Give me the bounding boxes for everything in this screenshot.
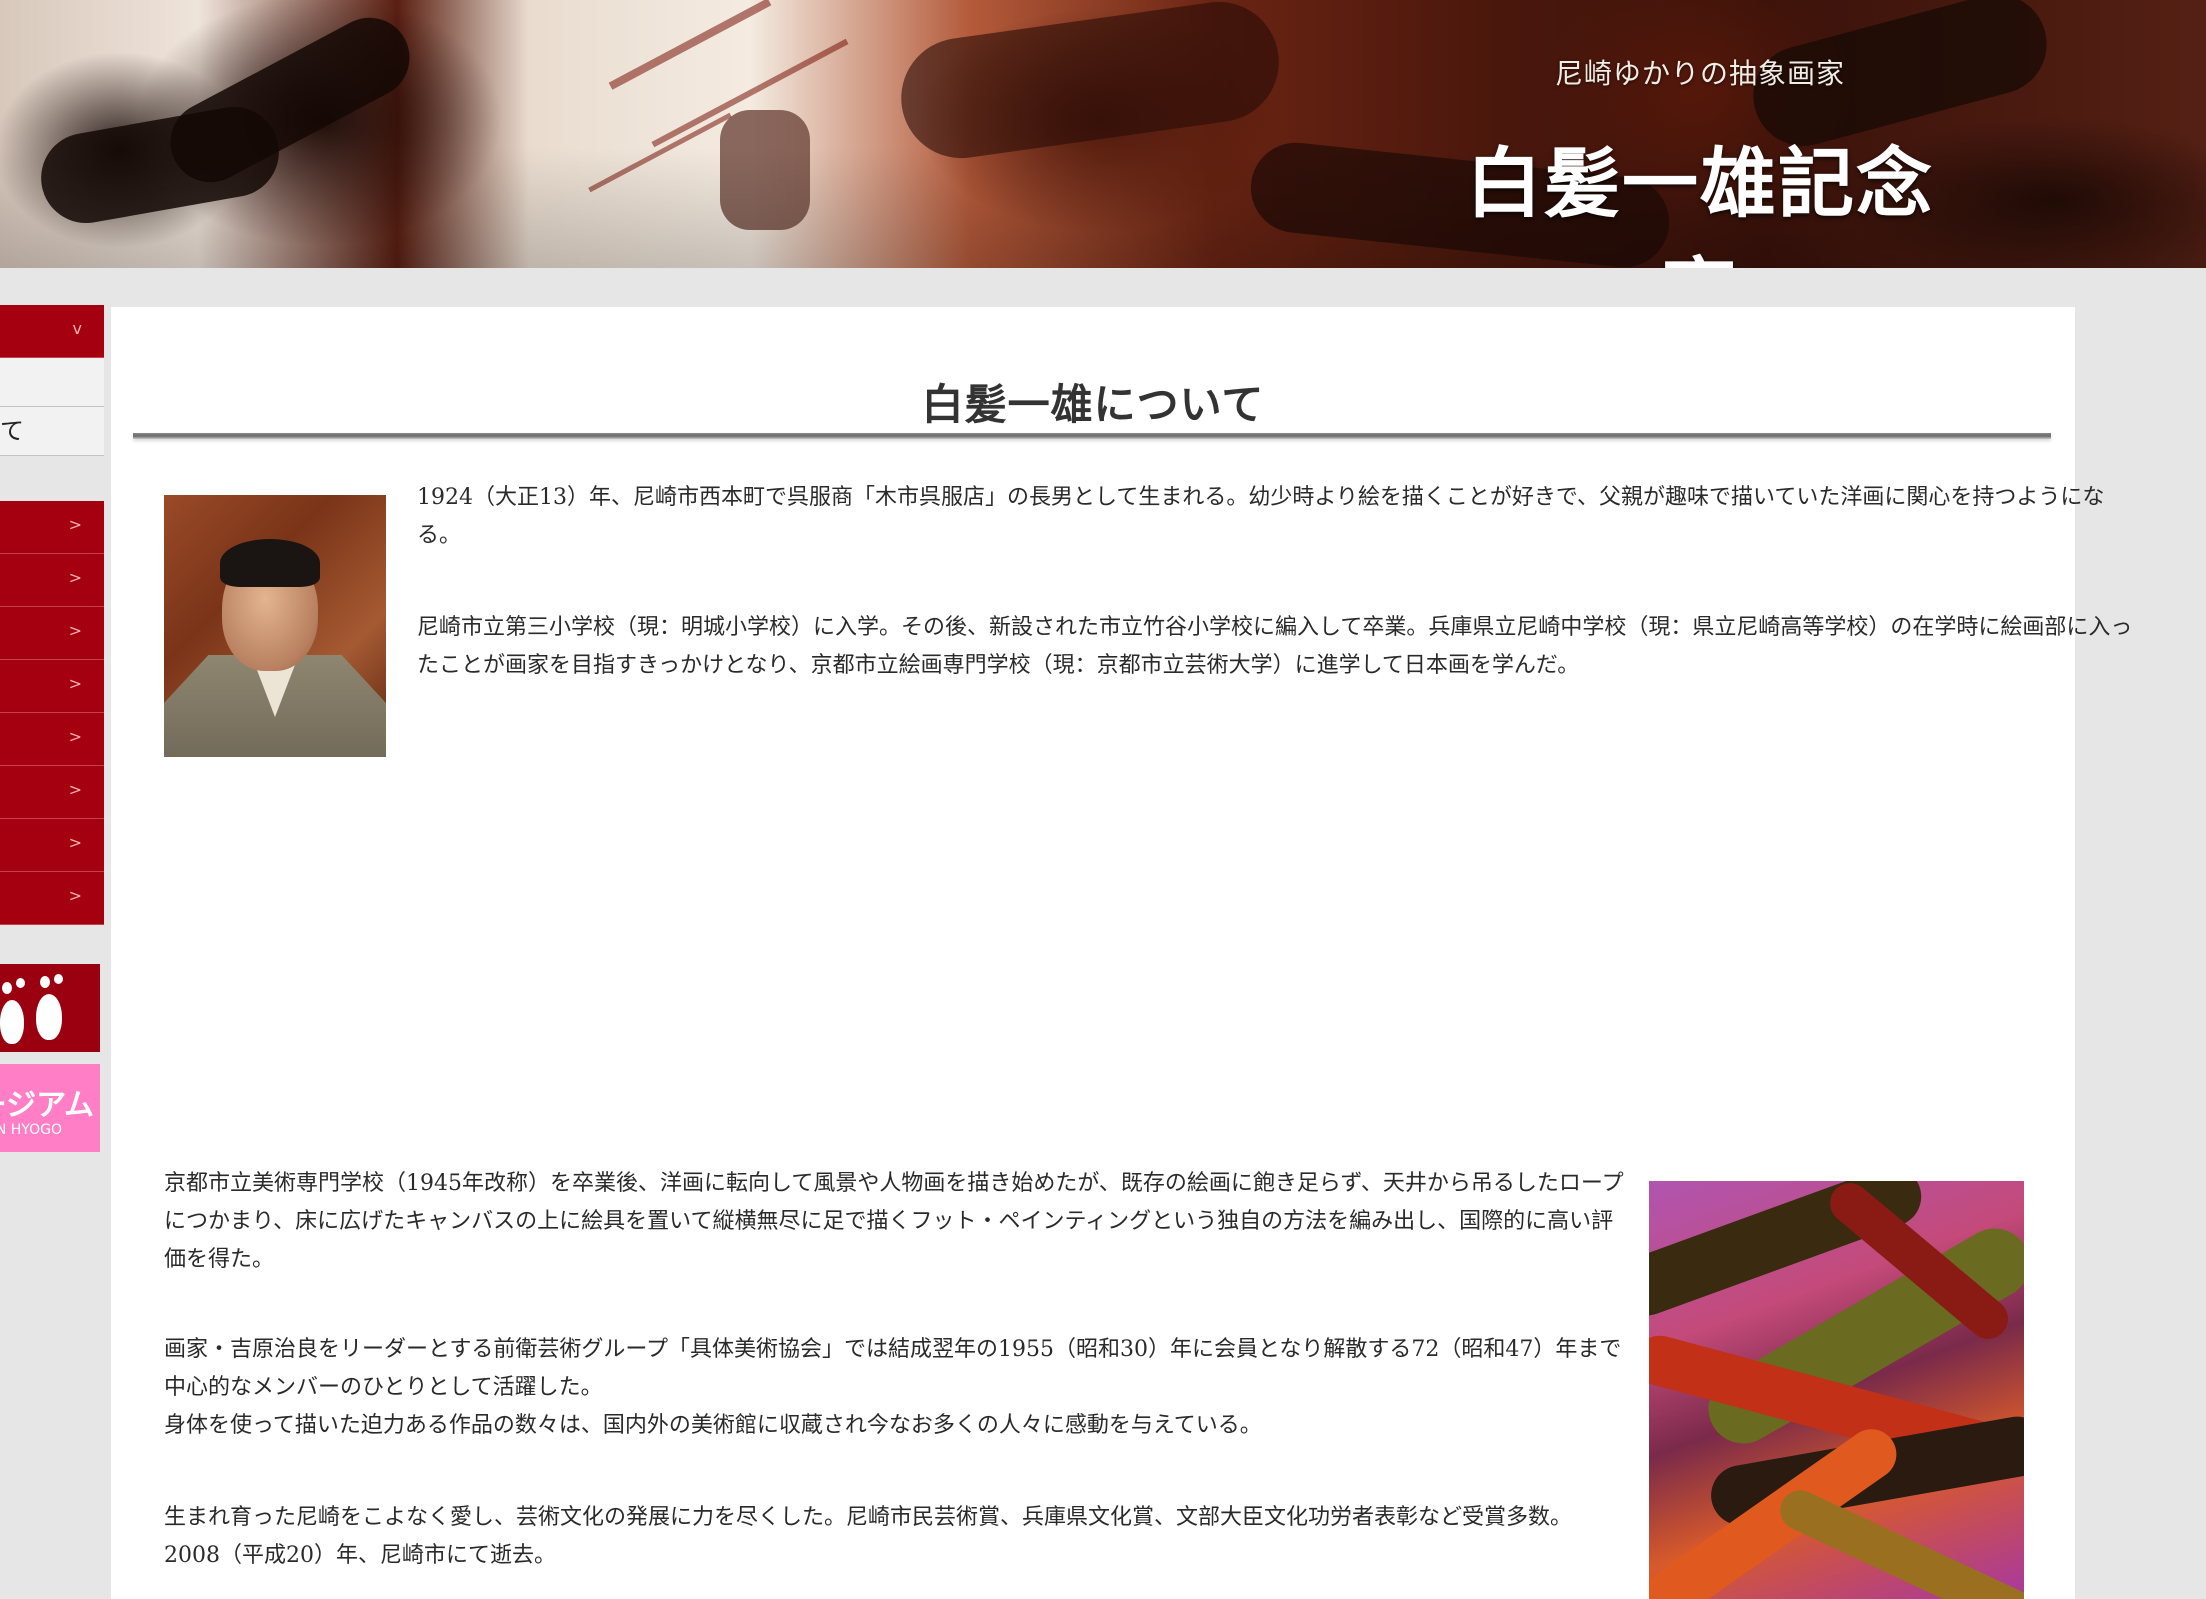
sidebar-item-8[interactable]: >: [0, 872, 104, 925]
chevron-right-icon: >: [68, 886, 82, 905]
sidebar-item-5[interactable]: >: [0, 713, 104, 766]
site-title[interactable]: 白髪一雄記念室: [1440, 122, 1960, 268]
sidebar-item-1[interactable]: >: [0, 501, 104, 554]
chevron-right-icon: >: [68, 568, 82, 587]
bio-paragraph-4-line-1: 画家・吉原治良をリーダーとする前衛芸術グループ「具体美術協会」では結成翌年の19…: [164, 1337, 1622, 1400]
sidebar-item-7[interactable]: >: [0, 819, 104, 872]
sidebar-item-6[interactable]: >: [0, 766, 104, 819]
site-subtitle: 尼崎ゆかりの抽象画家: [1554, 57, 1845, 90]
page-title: 白髪一雄について: [921, 380, 1265, 429]
chevron-right-icon: >: [68, 674, 82, 693]
museum-banner-link[interactable]: ージアム N HYOGO: [0, 1064, 100, 1152]
sidebar-subitem-about[interactable]: て: [0, 407, 104, 456]
bio-paragraph-4: 画家・吉原治良をリーダーとする前衛芸術グループ「具体美術協会」では結成翌年の19…: [164, 1331, 1624, 1445]
sidebar-item-3[interactable]: >: [0, 607, 104, 660]
portrait-photo: [164, 495, 386, 757]
title-divider: [133, 433, 2051, 439]
chevron-right-icon: >: [68, 515, 82, 534]
footprints-banner-link[interactable]: [0, 964, 100, 1052]
chevron-right-icon: >: [68, 780, 82, 799]
sidebar-item-top[interactable]: v: [0, 305, 104, 358]
bio-paragraph-4-line-2: 身体を使って描いた迫力ある作品の数々は、国内外の美術館に収蔵され今なお多くの人々…: [164, 1413, 1262, 1438]
sidebar-item-4[interactable]: >: [0, 660, 104, 713]
chevron-down-icon: v: [72, 319, 82, 338]
bio-paragraph-1: 1924（大正13）年、尼崎市西本町で呉服商「木市呉服店」の長男として生まれる。…: [417, 485, 2105, 548]
artwork-image: [1649, 1181, 2024, 1599]
main-content: 白髪一雄について 1924（大正13）年、尼崎市西本町で呉服商「木市呉服店」の長…: [111, 307, 2132, 1599]
bio-paragraph-2: 尼崎市立第三小学校（現：明城小学校）に入学。その後、新設された市立竹谷小学校に編…: [417, 615, 2133, 678]
museum-banner-name: ージアム: [0, 1088, 94, 1123]
chevron-right-icon: >: [68, 621, 82, 640]
bio-paragraph-3: 京都市立美術専門学校（1945年改称）を卒業後、洋画に転向して風景や人物画を描き…: [164, 1171, 1624, 1272]
sidebar-nav: v て > > > > > > > >: [0, 305, 104, 925]
sidebar-item-2[interactable]: >: [0, 554, 104, 607]
museum-banner-sub: N HYOGO: [0, 1122, 62, 1138]
chevron-right-icon: >: [68, 833, 82, 852]
chevron-right-icon: >: [68, 727, 82, 746]
sidebar-subitem-1[interactable]: [0, 358, 104, 407]
header-banner: 尼崎ゆかりの抽象画家 白髪一雄記念室: [0, 0, 2206, 268]
bio-paragraph-5: 生まれ育った尼崎をこよなく愛し、芸術文化の発展に力を尽くした。尼崎市民芸術賞、兵…: [164, 1505, 1573, 1568]
